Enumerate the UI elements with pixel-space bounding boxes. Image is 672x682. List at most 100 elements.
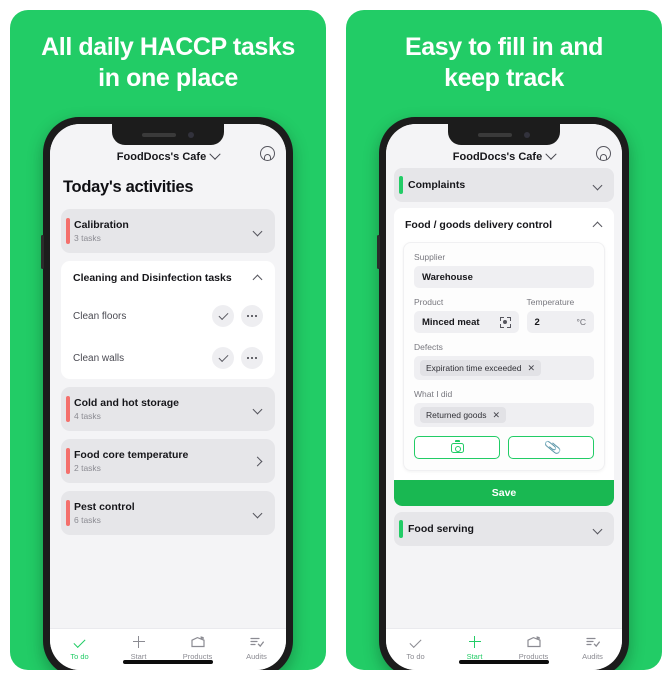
home-indicator (123, 660, 213, 664)
close-icon[interactable]: ✕ (493, 410, 501, 420)
task-count: 3 tasks (74, 233, 101, 243)
task-title: Pest control (74, 501, 135, 513)
scan-icon[interactable] (499, 316, 511, 328)
what-i-did-input[interactable]: Returned goods ✕ (414, 403, 594, 427)
chevron-down-icon[interactable] (252, 404, 263, 414)
save-button[interactable]: Save (394, 480, 614, 506)
phone-mockup-right: FoodDocs's Cafe Complaints Food / goods … (377, 117, 629, 670)
delivery-control-form: Supplier Warehouse Product Minced meat T… (403, 242, 605, 471)
account-icon[interactable] (260, 146, 275, 161)
task-title: Cold and hot storage (74, 397, 179, 409)
list-item[interactable]: Clean walls (61, 337, 275, 379)
task-card-food-core-temperature[interactable]: Food core temperature 2 tasks (61, 439, 275, 483)
plus-icon (468, 635, 481, 649)
complete-check-button[interactable] (212, 347, 234, 369)
promo-panel-left-bg: All daily HACCP tasks in one place FoodD… (10, 10, 326, 670)
accordion-header[interactable]: Food / goods delivery control (394, 208, 614, 242)
tab-audits[interactable]: Audits (227, 631, 286, 661)
chevron-down-icon (545, 148, 557, 160)
tab-todo[interactable]: To do (386, 631, 445, 661)
product-input[interactable]: Minced meat (414, 311, 519, 333)
camera-icon (450, 440, 464, 453)
product-value: Minced meat (422, 316, 480, 328)
accordion-title: Food serving (408, 523, 474, 535)
check-icon (73, 635, 86, 649)
product-label: Product (414, 297, 444, 307)
add-photo-button[interactable] (414, 436, 500, 459)
chevron-down-icon[interactable] (592, 180, 603, 190)
check-icon (218, 309, 228, 320)
more-options-button[interactable] (241, 347, 263, 369)
speaker-grille-icon (478, 132, 512, 137)
accent-bar (399, 520, 403, 538)
audits-list-check-icon (249, 635, 264, 649)
chevron-down-icon[interactable] (592, 524, 603, 534)
row-actions (212, 347, 263, 369)
supplier-value: Warehouse (422, 271, 473, 283)
chevron-up-icon[interactable] (592, 221, 603, 232)
product-temperature-row: Product Minced meat Temperature 2 °C (414, 297, 594, 342)
products-box-icon (190, 635, 205, 649)
headline-line-2: in one place (98, 64, 238, 93)
products-box-icon (526, 635, 541, 649)
promo-headline-right: Easy to fill in and keep track (359, 32, 649, 95)
tab-products[interactable]: Products (504, 631, 563, 661)
more-options-button[interactable] (241, 305, 263, 327)
chip-label: Expiration time exceeded (426, 363, 522, 373)
check-icon (218, 351, 228, 362)
phone-screen-right: FoodDocs's Cafe Complaints Food / goods … (386, 124, 622, 670)
chip-action[interactable]: Returned goods ✕ (420, 407, 507, 423)
chevron-right-icon[interactable] (252, 456, 263, 466)
home-indicator (459, 660, 549, 664)
tab-audits[interactable]: Audits (563, 631, 622, 661)
task-title: Food core temperature (74, 449, 189, 461)
accordion-food-goods-delivery-control: Food / goods delivery control Supplier W… (394, 208, 614, 506)
add-attachment-button[interactable]: 📎 (508, 436, 594, 459)
chevron-down-icon (209, 148, 221, 160)
paperclip-icon: 📎 (543, 438, 562, 457)
tab-start[interactable]: Start (109, 631, 168, 661)
promo-panel-right-bg: Easy to fill in and keep track FoodDocs'… (346, 10, 662, 670)
task-count: 6 tasks (74, 515, 101, 525)
task-card-calibration[interactable]: Calibration 3 tasks (61, 209, 275, 253)
phone-screen-left: FoodDocs's Cafe Today's activities Calib… (50, 124, 286, 670)
account-icon[interactable] (596, 146, 611, 161)
venue-selector[interactable]: FoodDocs's Cafe (453, 148, 557, 163)
headline-line-2: keep track (444, 64, 564, 93)
tab-products[interactable]: Products (168, 631, 227, 661)
page-title: Today's activities (63, 178, 194, 196)
temperature-input[interactable]: 2 °C (526, 311, 594, 333)
task-card-cold-hot-storage[interactable]: Cold and hot storage 4 tasks (61, 387, 275, 431)
chevron-up-icon[interactable] (252, 274, 263, 285)
chevron-down-icon[interactable] (252, 508, 263, 518)
list-item[interactable]: Clean floors (61, 295, 275, 337)
accordion-complaints[interactable]: Complaints (394, 168, 614, 202)
ellipsis-icon (246, 314, 258, 318)
group-header[interactable]: Cleaning and Disinfection tasks (61, 261, 275, 295)
promo-panel-right: Easy to fill in and keep track FoodDocs'… (336, 0, 672, 682)
promo-screenshot-pair: All daily HACCP tasks in one place FoodD… (0, 0, 672, 682)
accordion-food-serving[interactable]: Food serving (394, 512, 614, 546)
attachment-buttons: 📎 (414, 436, 594, 459)
defects-input[interactable]: Expiration time exceeded ✕ (414, 356, 594, 380)
checklist-accordion-list[interactable]: Complaints Food / goods delivery control… (386, 168, 622, 628)
accordion-title: Food / goods delivery control (405, 219, 553, 231)
chevron-down-icon[interactable] (252, 226, 263, 236)
venue-selector[interactable]: FoodDocs's Cafe (116, 148, 221, 163)
complete-check-button[interactable] (212, 305, 234, 327)
task-card-pest-control[interactable]: Pest control 6 tasks (61, 491, 275, 535)
supplier-input[interactable]: Warehouse (414, 266, 594, 288)
venue-name: FoodDocs's Cafe (116, 150, 207, 163)
headline-line-1: All daily HACCP tasks (41, 33, 295, 61)
tab-label: To do (70, 651, 89, 661)
tab-todo[interactable]: To do (50, 631, 109, 661)
accent-bar (66, 218, 70, 244)
accent-bar (66, 448, 70, 474)
close-icon[interactable]: ✕ (527, 363, 535, 373)
check-icon (409, 635, 422, 649)
activities-list[interactable]: Today's activities Calibration 3 tasks C… (50, 168, 286, 628)
accordion-title: Complaints (408, 179, 466, 191)
tab-start[interactable]: Start (445, 631, 504, 661)
chip-defect[interactable]: Expiration time exceeded ✕ (420, 360, 541, 376)
phone-notch (112, 124, 224, 145)
